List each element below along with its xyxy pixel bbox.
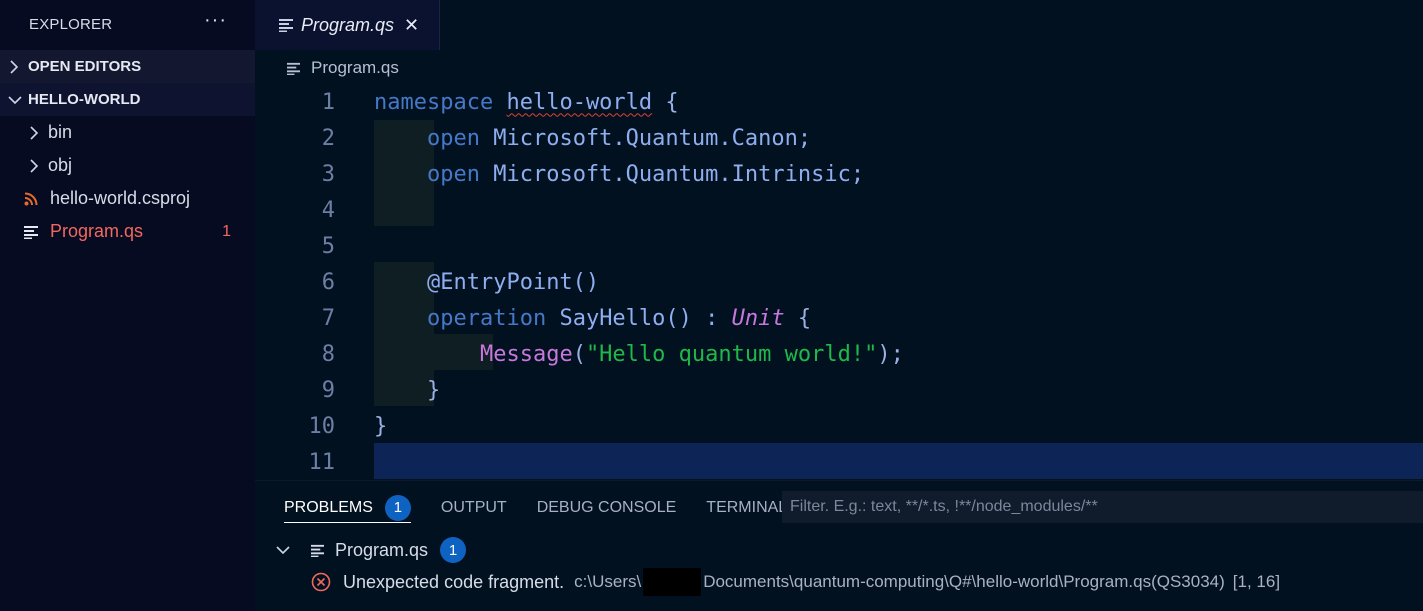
problem-item[interactable]: Unexpected code fragment. c:\Users\ Docu… — [311, 568, 1280, 596]
code-line: 3 open Microsoft.Quantum.Intrinsic; — [255, 156, 1423, 192]
problem-file-label: Program.qs — [335, 539, 429, 560]
problem-path: c:\Users\ Documents\quantum-computing\Q#… — [574, 568, 1225, 596]
problem-file-count-badge: 1 — [440, 537, 467, 563]
explorer-header: EXPLORER ··· — [0, 0, 255, 48]
code-text: } — [374, 413, 388, 439]
problem-file-group[interactable]: Program.qs 1 — [275, 536, 467, 564]
code-text: namespace hello-world { — [374, 89, 679, 115]
code-text: Message("Hello quantum world!"); — [479, 341, 904, 367]
code-line: 1 namespace hello-world { — [255, 84, 1423, 120]
line-number: 2 — [321, 125, 335, 151]
lines-icon — [287, 62, 311, 75]
tab-label: Program.qs — [301, 14, 395, 35]
explorer-sidebar: EXPLORER ··· OPEN EDITORS HELLO-WORLD bi… — [0, 0, 255, 611]
lines-icon — [24, 225, 50, 239]
section-hello-world-label: HELLO-WORLD — [28, 91, 141, 108]
tree-item-label: Program.qs — [50, 221, 144, 241]
code-line: 7 operation SayHello() : Unit { — [255, 300, 1423, 336]
error-squiggle: hello-world — [506, 89, 653, 115]
breadcrumb[interactable]: Program.qs — [287, 55, 399, 81]
tree-item-program-qs[interactable]: Program.qs 1 — [0, 215, 255, 248]
redacted-block — [643, 568, 702, 596]
rss-icon — [24, 192, 50, 206]
code-line: 11 — [255, 444, 1423, 480]
chevron-down-icon — [8, 94, 28, 106]
line-number: 9 — [321, 377, 335, 403]
problem-path-prefix: c:\Users\ — [574, 572, 642, 591]
problem-message: Unexpected code fragment. — [343, 571, 565, 592]
code-text: @EntryPoint() — [426, 269, 600, 295]
code-line: 8 Message("Hello quantum world!"); — [255, 336, 1423, 372]
more-actions-icon[interactable]: ··· — [204, 10, 227, 33]
code-text: } — [426, 377, 441, 403]
error-count-badge: 1 — [222, 222, 231, 240]
tab-problems[interactable]: PROBLEMS 1 — [284, 493, 411, 523]
section-open-editors-label: OPEN EDITORS — [28, 58, 142, 75]
problem-location: [1, 16] — [1232, 572, 1281, 591]
code-line: 2 open Microsoft.Quantum.Canon; — [255, 120, 1423, 156]
line-number: 4 — [321, 197, 335, 223]
bottom-panel: PROBLEMS 1 OUTPUT DEBUG CONSOLE TERMINAL… — [255, 480, 1423, 611]
tab-program-qs[interactable]: Program.qs ✕ — [255, 0, 440, 50]
line-number: 11 — [308, 449, 336, 475]
section-hello-world[interactable]: HELLO-WORLD — [0, 83, 255, 116]
code-text: open Microsoft.Quantum.Intrinsic; — [426, 161, 865, 187]
error-icon — [311, 572, 343, 592]
problems-count-badge: 1 — [384, 494, 411, 521]
code-line: 9 } — [255, 372, 1423, 408]
line-number: 1 — [321, 89, 335, 115]
code-line: 10 } — [255, 408, 1423, 444]
tree-item-label: obj — [48, 155, 73, 175]
line-number: 8 — [321, 341, 335, 367]
code-text: open Microsoft.Quantum.Canon; — [426, 125, 812, 151]
line-number: 3 — [321, 161, 335, 187]
code-line: 4 — [255, 192, 1423, 228]
code-editor[interactable]: 1 namespace hello-world { 2 open Microso… — [255, 84, 1423, 480]
code-line: 5 — [255, 228, 1423, 264]
tree-item-bin[interactable]: bin — [0, 116, 255, 149]
tree-item-obj[interactable]: obj — [0, 149, 255, 182]
tab-output[interactable]: OUTPUT — [441, 493, 507, 523]
line-number: 6 — [321, 269, 335, 295]
chevron-down-icon — [275, 544, 311, 556]
chevron-right-icon — [28, 125, 48, 140]
tab-debug-console[interactable]: DEBUG CONSOLE — [537, 493, 677, 523]
tab-problems-label: PROBLEMS — [284, 498, 373, 516]
editor-tabbar: Program.qs ✕ — [255, 0, 1423, 50]
section-open-editors[interactable]: OPEN EDITORS — [0, 50, 255, 83]
tab-terminal[interactable]: TERMINAL — [706, 493, 787, 523]
explorer-title: EXPLORER — [29, 15, 113, 33]
tree-item-label: bin — [48, 122, 73, 142]
code-text: operation SayHello() : Unit { — [426, 305, 812, 331]
lines-icon — [279, 18, 301, 32]
breadcrumb-label: Program.qs — [311, 58, 399, 77]
problem-path-suffix: Documents\quantum-computing\Q#\hello-wor… — [703, 572, 1225, 591]
line-number: 7 — [321, 305, 335, 331]
code-line: 6 @EntryPoint() — [255, 264, 1423, 300]
lines-icon — [311, 544, 335, 557]
line-number: 5 — [321, 233, 335, 259]
close-icon[interactable]: ✕ — [404, 15, 419, 36]
chevron-right-icon — [8, 59, 28, 74]
chevron-right-icon — [28, 158, 48, 173]
line-number: 10 — [308, 413, 336, 439]
tree-item-label: hello-world.csproj — [50, 188, 191, 208]
panel-tabs: PROBLEMS 1 OUTPUT DEBUG CONSOLE TERMINAL — [284, 493, 817, 523]
tree-item-csproj[interactable]: hello-world.csproj — [0, 182, 255, 215]
problems-filter-input[interactable]: Filter. E.g.: text, **/*.ts, !**/node_mo… — [782, 491, 1423, 523]
